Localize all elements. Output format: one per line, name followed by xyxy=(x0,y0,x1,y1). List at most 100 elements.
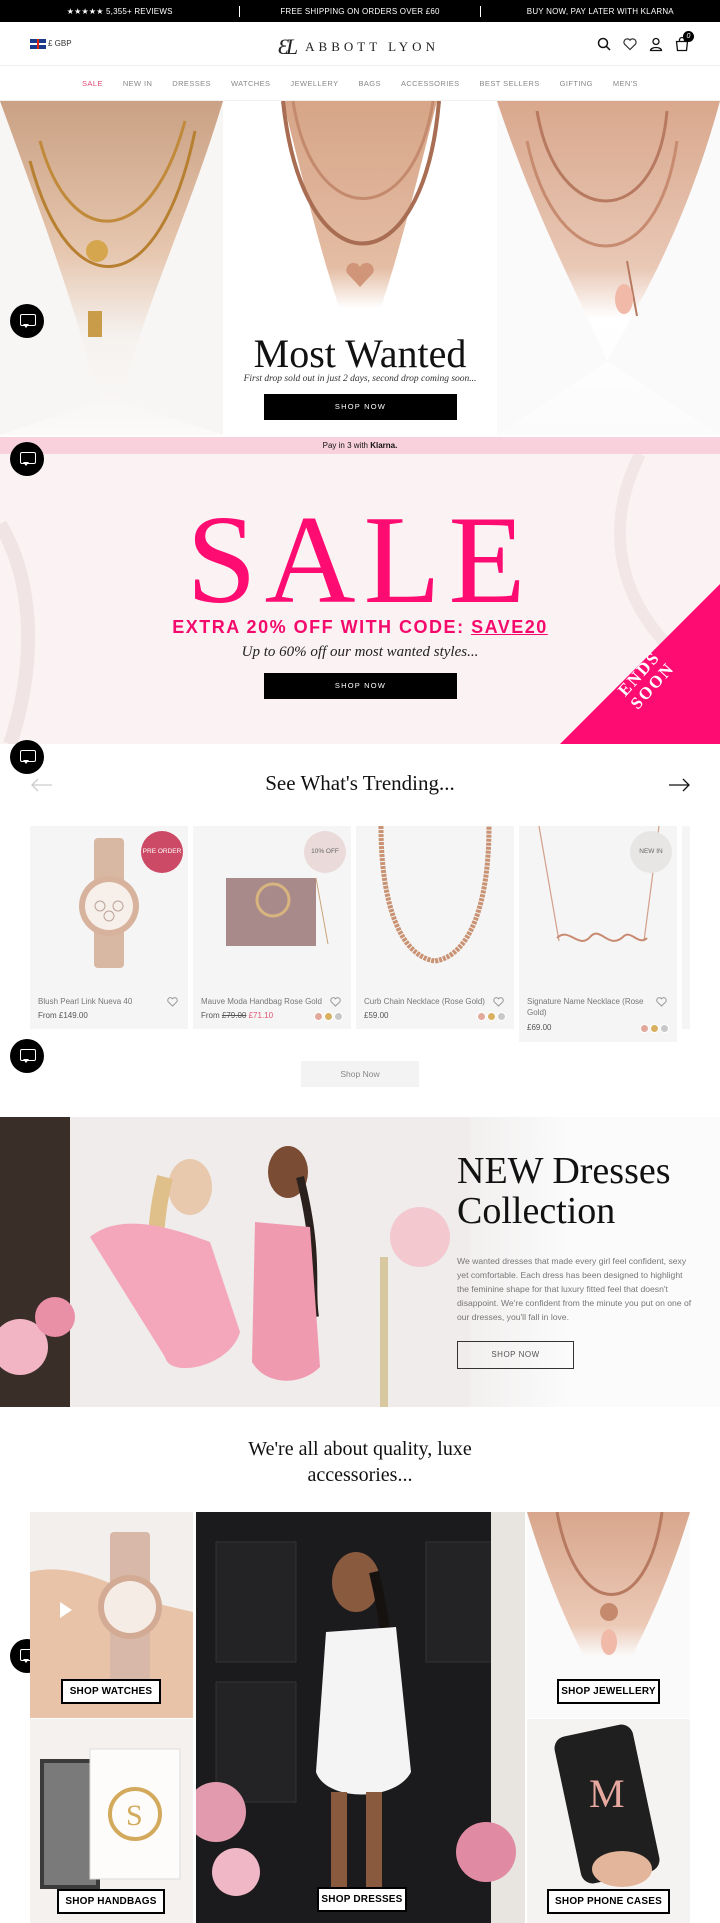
nav-item-best-sellers[interactable]: BEST SELLERS xyxy=(480,79,540,88)
chat-widget-icon[interactable] xyxy=(10,442,44,476)
paylater-text[interactable]: BUY NOW, PAY LATER WITH KLARNA xyxy=(481,7,720,16)
dresses-photo xyxy=(0,1117,470,1407)
shipping-text: FREE SHIPPING ON ORDERS OVER £60 xyxy=(280,6,440,16)
swatch-rose-gold[interactable] xyxy=(640,1024,649,1033)
swatch-silver[interactable] xyxy=(334,1012,343,1021)
reviews-text[interactable]: ★★★★★ 5,355+ REVIEWS xyxy=(0,7,239,16)
logo-mark: ƐL xyxy=(278,34,298,59)
new-dresses-banner[interactable]: NEW Dresses Collection We wanted dresses… xyxy=(0,1117,720,1407)
dresses-shop-now-button[interactable]: SHOP NOW xyxy=(457,1341,574,1369)
nav-item-mens[interactable]: MEN'S xyxy=(613,79,638,88)
swatch-rose-gold[interactable] xyxy=(477,1012,486,1021)
chat-widget-icon[interactable] xyxy=(10,740,44,774)
sale-banner[interactable]: SALE EXTRA 20% OFF WITH CODE: SAVE20 Up … xyxy=(0,454,720,744)
product-name[interactable]: Curb Chain Necklace (Rose Gold) xyxy=(364,996,489,1007)
trending-title: See What's Trending... xyxy=(265,771,455,795)
hero-photo-left xyxy=(0,101,223,435)
shop-jewellery-button[interactable]: SHOP JEWELLERY xyxy=(557,1679,660,1704)
swatch-gold[interactable] xyxy=(487,1012,496,1021)
wishlist-heart-icon[interactable] xyxy=(167,994,178,1007)
currency-selector[interactable]: £ GBP xyxy=(48,39,72,48)
wishlist-heart-icon[interactable] xyxy=(493,994,504,1007)
cart-bag-icon[interactable]: 0 xyxy=(674,31,694,52)
swatch-gold[interactable] xyxy=(650,1024,659,1033)
shop-phone-cases-button[interactable]: SHOP PHONE CASES xyxy=(547,1889,670,1914)
uk-flag-icon[interactable] xyxy=(30,39,46,49)
pre-order-badge: PRE ORDER xyxy=(141,831,183,873)
new-in-badge: NEW IN xyxy=(630,831,672,873)
nav-item-new-in[interactable]: NEW IN xyxy=(123,79,152,88)
account-user-icon[interactable] xyxy=(648,36,664,52)
next-product-peek xyxy=(682,826,690,1029)
swatch-silver[interactable] xyxy=(660,1024,669,1033)
wishlist-heart-icon[interactable] xyxy=(656,994,667,1007)
watches-category-tile[interactable]: SHOP WATCHES xyxy=(30,1512,193,1718)
chat-widget-icon[interactable] xyxy=(10,1039,44,1073)
nav-item-jewellery[interactable]: JEWELLERY xyxy=(290,79,338,88)
quality-heading: We're all about quality, luxe accessorie… xyxy=(0,1436,720,1488)
trending-shop-now-button[interactable]: Shop Now xyxy=(301,1061,419,1087)
nav-item-accessories[interactable]: ACCESSORIES xyxy=(401,79,460,88)
sale-subtitle: Up to 60% off our most wanted styles... xyxy=(241,644,479,660)
swatch-rose-gold[interactable] xyxy=(314,1012,323,1021)
product-name[interactable]: Blush Pearl Link Nueva 40 xyxy=(38,996,163,1007)
shop-watches-button[interactable]: SHOP WATCHES xyxy=(61,1679,161,1704)
header-icons: 0 xyxy=(596,31,694,52)
product-price: £59.00 xyxy=(364,1011,389,1020)
sale-code-text: EXTRA 20% OFF WITH CODE: SAVE20 xyxy=(0,617,720,638)
sale-heading: SALE xyxy=(186,491,534,630)
price-from: From xyxy=(201,1011,220,1020)
carousel-next-arrow-icon[interactable] xyxy=(667,778,691,792)
dresses-title-line2: Collection xyxy=(457,1190,616,1232)
old-price: £79.00 xyxy=(221,1011,247,1020)
svg-text:S: S xyxy=(126,1799,143,1832)
shop-dresses-button[interactable]: SHOP DRESSES xyxy=(317,1887,407,1912)
product-name[interactable]: Mauve Moda Handbag Rose Gold xyxy=(201,996,326,1007)
wishlist-heart-icon[interactable] xyxy=(330,994,341,1007)
product-card[interactable]: 10% OFF Mauve Moda Handbag Rose Gold Fro… xyxy=(193,826,351,1029)
jewellery-category-tile[interactable]: SHOP JEWELLERY xyxy=(527,1512,690,1718)
dresses-category-tile[interactable]: SHOP DRESSES xyxy=(196,1512,525,1923)
nav-item-sale[interactable]: SALE xyxy=(82,79,103,88)
dresses-description: We wanted dresses that made every girl f… xyxy=(457,1256,692,1322)
hero-subtitle: First drop sold out in just 2 days, seco… xyxy=(243,374,477,384)
phone-cases-category-tile[interactable]: M SHOP PHONE CASES xyxy=(527,1719,690,1923)
handbags-category-tile[interactable]: S SHOP HANDBAGS xyxy=(30,1719,193,1923)
chat-widget-icon[interactable] xyxy=(10,304,44,338)
shop-handbags-button[interactable]: SHOP HANDBAGS xyxy=(57,1889,165,1914)
nav-item-gifting[interactable]: GIFTING xyxy=(560,79,593,88)
hero-banner[interactable] xyxy=(0,101,720,435)
color-swatches xyxy=(314,1012,343,1021)
wishlist-heart-icon[interactable] xyxy=(622,36,638,52)
swatch-silver[interactable] xyxy=(497,1012,506,1021)
sale-price: £71.10 xyxy=(248,1011,274,1020)
nav-item-dresses[interactable]: DRESSES xyxy=(172,79,211,88)
sale-code-label: EXTRA 20% OFF WITH CODE: xyxy=(172,617,472,637)
klarna-text: Pay in 3 with xyxy=(322,441,368,450)
product-price: From £79.00 £71.10 xyxy=(201,1011,273,1020)
dresses-title-line1: NEW Dresses xyxy=(457,1150,671,1192)
hero-shop-now-button[interactable]: SHOP NOW xyxy=(264,394,457,420)
sale-code: SAVE20 xyxy=(471,617,548,637)
product-price: £69.00 xyxy=(527,1023,552,1032)
dresses-title: NEW Dresses Collection xyxy=(457,1151,671,1231)
announcement-bar: ★★★★★ 5,355+ REVIEWS FREE SHIPPING ON OR… xyxy=(0,0,720,22)
nav-item-bags[interactable]: BAGS xyxy=(358,79,380,88)
logo-text: ABBOTT LYON xyxy=(305,39,439,54)
hero-photo-right xyxy=(497,101,720,435)
hero-title: Most Wanted xyxy=(253,331,467,376)
main-nav: SALE NEW IN DRESSES WATCHES JEWELLERY BA… xyxy=(0,67,720,101)
product-card[interactable]: NEW IN Signature Name Necklace (Rose Gol… xyxy=(519,825,677,1042)
product-name[interactable]: Signature Name Necklace (Rose Gold) xyxy=(527,996,652,1018)
search-icon[interactable] xyxy=(596,36,612,52)
product-card[interactable]: PRE ORDER Blush Pearl Link Nueva 40 From… xyxy=(30,826,188,1029)
klarna-banner[interactable]: Pay in 3 with Klarna. xyxy=(0,437,720,454)
nav-item-watches[interactable]: WATCHES xyxy=(231,79,270,88)
site-logo[interactable]: ƐL ABBOTT LYON xyxy=(278,34,439,60)
color-swatches xyxy=(477,1012,506,1021)
swatch-gold[interactable] xyxy=(324,1012,333,1021)
product-image[interactable] xyxy=(356,825,514,988)
product-card[interactable]: Curb Chain Necklace (Rose Gold) £59.00 xyxy=(356,825,514,1029)
product-price: From £149.00 xyxy=(38,1011,88,1020)
sale-shop-now-button[interactable]: SHOP NOW xyxy=(264,673,457,699)
